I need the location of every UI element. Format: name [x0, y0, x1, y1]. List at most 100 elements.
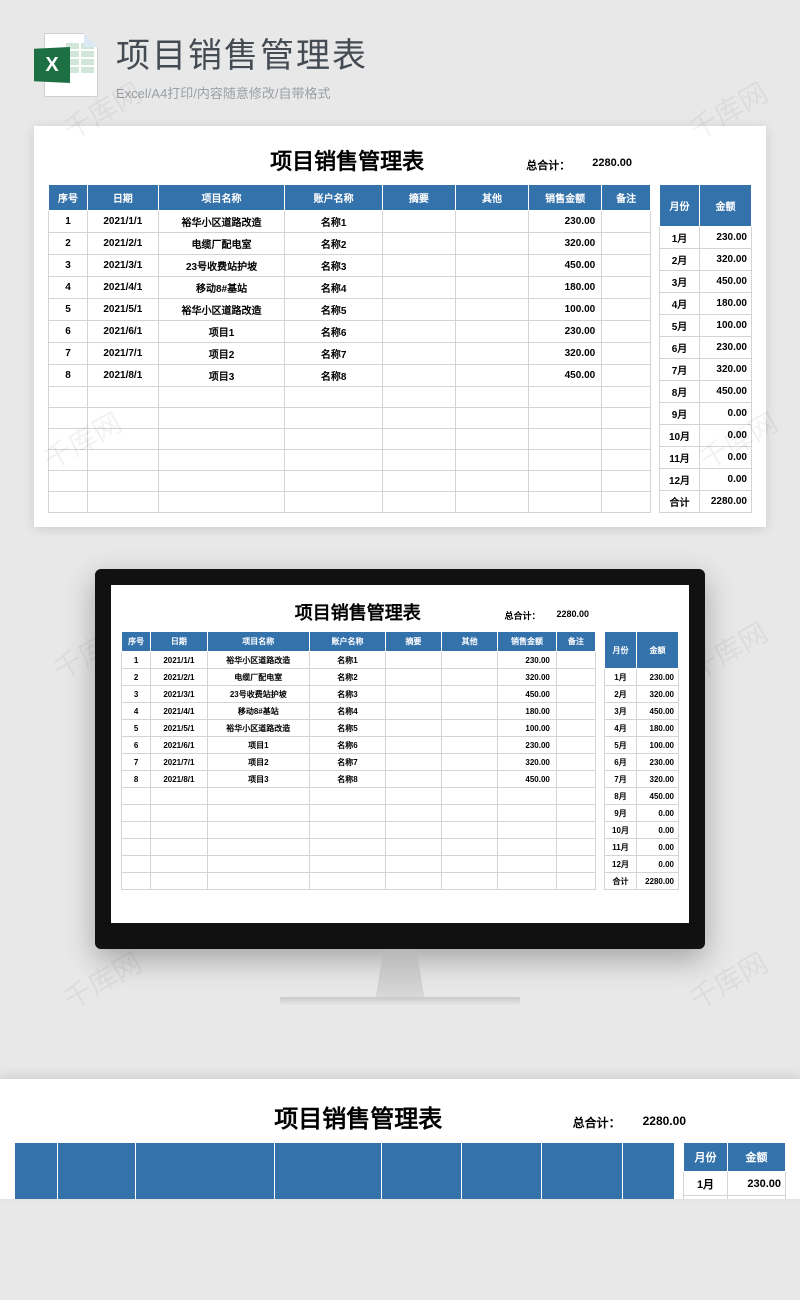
- cell[interactable]: 名称5: [310, 720, 386, 737]
- month-row[interactable]: 5月100.00: [605, 737, 679, 754]
- cell[interactable]: [529, 492, 602, 513]
- cell[interactable]: 4月: [605, 720, 637, 737]
- cell[interactable]: [498, 805, 557, 822]
- cell[interactable]: 180.00: [637, 720, 679, 737]
- cell[interactable]: [207, 805, 310, 822]
- cell[interactable]: [87, 408, 158, 429]
- cell[interactable]: [498, 856, 557, 873]
- cell[interactable]: 0.00: [700, 425, 752, 447]
- table-row[interactable]: 12021/1/1裕华小区道路改造名称1230.00: [122, 652, 596, 669]
- table-row[interactable]: 32021/3/123号收费站护坡名称3450.00: [49, 255, 651, 277]
- cell[interactable]: 5: [49, 299, 88, 321]
- cell[interactable]: 名称8: [310, 771, 386, 788]
- month-row[interactable]: 7月320.00: [660, 359, 752, 381]
- month-row[interactable]: 12月0.00: [660, 469, 752, 491]
- cell[interactable]: 移动8#基站: [207, 703, 310, 720]
- cell[interactable]: 3月: [660, 271, 700, 293]
- cell[interactable]: [455, 387, 528, 408]
- cell[interactable]: 450.00: [498, 686, 557, 703]
- cell[interactable]: [556, 805, 595, 822]
- cell[interactable]: [122, 839, 151, 856]
- cell[interactable]: 230.00: [498, 652, 557, 669]
- cell[interactable]: 320.00: [700, 359, 752, 381]
- cell[interactable]: [498, 839, 557, 856]
- cell[interactable]: [382, 255, 455, 277]
- cell[interactable]: [529, 471, 602, 492]
- cell[interactable]: 10月: [660, 425, 700, 447]
- cell[interactable]: 180.00: [700, 293, 752, 315]
- cell[interactable]: 320.00: [700, 249, 752, 271]
- cell[interactable]: [310, 839, 386, 856]
- cell[interactable]: [122, 788, 151, 805]
- cell[interactable]: 名称3: [285, 255, 382, 277]
- cell[interactable]: 2月: [660, 249, 700, 271]
- cell[interactable]: [556, 703, 595, 720]
- cell[interactable]: [385, 754, 441, 771]
- cell[interactable]: [442, 669, 498, 686]
- cell[interactable]: 230.00: [637, 669, 679, 686]
- table-row[interactable]: 42021/4/1移动8#基站名称4180.00: [122, 703, 596, 720]
- month-row[interactable]: 2月320.00: [605, 686, 679, 703]
- cell[interactable]: 450.00: [700, 271, 752, 293]
- cell[interactable]: [382, 277, 455, 299]
- cell[interactable]: 0.00: [700, 447, 752, 469]
- cell[interactable]: 100.00: [637, 737, 679, 754]
- month-row[interactable]: 6月230.00: [605, 754, 679, 771]
- cell[interactable]: [455, 450, 528, 471]
- cell[interactable]: 100.00: [498, 720, 557, 737]
- cell[interactable]: [442, 839, 498, 856]
- cell[interactable]: [207, 873, 310, 890]
- cell[interactable]: [49, 387, 88, 408]
- cell[interactable]: [529, 450, 602, 471]
- cell[interactable]: 6: [122, 737, 151, 754]
- cell[interactable]: [310, 788, 386, 805]
- cell[interactable]: 裕华小区道路改造: [158, 299, 285, 321]
- month-row[interactable]: 9月0.00: [660, 403, 752, 425]
- month-row[interactable]: 5月100.00: [660, 315, 752, 337]
- cell[interactable]: 450.00: [637, 703, 679, 720]
- month-row[interactable]: 1月230.00: [605, 669, 679, 686]
- cell[interactable]: [442, 720, 498, 737]
- cell[interactable]: [498, 788, 557, 805]
- cell[interactable]: 7: [122, 754, 151, 771]
- cell[interactable]: 1月: [684, 1172, 728, 1196]
- cell[interactable]: 230.00: [529, 211, 602, 233]
- cell[interactable]: [285, 471, 382, 492]
- cell[interactable]: 2280.00: [637, 873, 679, 890]
- cell[interactable]: 12月: [605, 856, 637, 873]
- cell[interactable]: [310, 805, 386, 822]
- cell[interactable]: 230.00: [498, 737, 557, 754]
- cell[interactable]: [385, 771, 441, 788]
- cell[interactable]: [382, 429, 455, 450]
- month-row[interactable]: 1月230.00: [660, 227, 752, 249]
- cell[interactable]: 230.00: [700, 337, 752, 359]
- cell[interactable]: 名称8: [285, 365, 382, 387]
- cell[interactable]: 11月: [605, 839, 637, 856]
- cell[interactable]: 10月: [605, 822, 637, 839]
- cell[interactable]: [602, 408, 651, 429]
- table-row-empty[interactable]: [49, 387, 651, 408]
- cell[interactable]: [442, 703, 498, 720]
- cell[interactable]: 名称4: [285, 277, 382, 299]
- cell[interactable]: 230.00: [529, 321, 602, 343]
- cell[interactable]: 100.00: [529, 299, 602, 321]
- cell[interactable]: [207, 822, 310, 839]
- table-row-empty[interactable]: [49, 492, 651, 513]
- cell[interactable]: 0.00: [637, 822, 679, 839]
- cell[interactable]: [442, 652, 498, 669]
- cell[interactable]: 8月: [660, 381, 700, 403]
- cell[interactable]: 2: [122, 669, 151, 686]
- cell[interactable]: 名称1: [310, 652, 386, 669]
- table-row[interactable]: 52021/5/1裕华小区道路改造名称5100.00: [49, 299, 651, 321]
- cell[interactable]: [455, 299, 528, 321]
- cell[interactable]: 裕华小区道路改造: [207, 720, 310, 737]
- cell[interactable]: 项目2: [158, 343, 285, 365]
- cell[interactable]: [122, 873, 151, 890]
- cell[interactable]: [498, 873, 557, 890]
- cell[interactable]: 5: [122, 720, 151, 737]
- cell[interactable]: 0.00: [637, 839, 679, 856]
- cell[interactable]: 8: [122, 771, 151, 788]
- cell[interactable]: [382, 450, 455, 471]
- cell[interactable]: [382, 321, 455, 343]
- cell[interactable]: [556, 754, 595, 771]
